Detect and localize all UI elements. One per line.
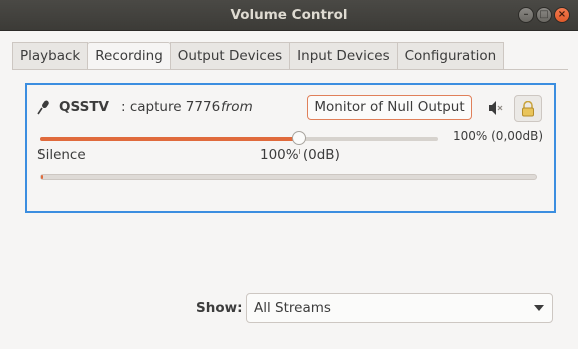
microphone-icon bbox=[37, 99, 53, 115]
stream-description: : capture 7776 bbox=[121, 99, 221, 115]
tab-bar: Playback Recording Output Devices Input … bbox=[12, 42, 505, 70]
level-meter bbox=[40, 174, 537, 180]
show-label: Show: bbox=[196, 300, 243, 316]
tab-output-devices[interactable]: Output Devices bbox=[169, 42, 291, 69]
tab-configuration[interactable]: Configuration bbox=[396, 42, 505, 69]
source-device-button[interactable]: Monitor of Null Output bbox=[307, 95, 472, 120]
title-bar: Volume Control – □ × bbox=[0, 0, 578, 31]
tab-input-devices[interactable]: Input Devices bbox=[289, 42, 398, 69]
level-meter-fill bbox=[41, 175, 43, 179]
scale-label-silence: Silence bbox=[37, 147, 86, 163]
app-name: QSSTV bbox=[59, 99, 109, 115]
tab-recording[interactable]: Recording bbox=[87, 42, 171, 70]
speaker-mute-icon[interactable] bbox=[487, 99, 505, 117]
show-dropdown[interactable]: All Streams bbox=[246, 293, 553, 323]
tab-divider bbox=[12, 69, 568, 70]
window-title: Volume Control bbox=[230, 7, 348, 23]
close-button[interactable]: × bbox=[554, 7, 570, 23]
slider-knob[interactable] bbox=[291, 131, 306, 145]
volume-readout: 100% (0,00dB) bbox=[453, 129, 544, 143]
scale-label-100: 100% (0dB) bbox=[260, 147, 340, 163]
slider-fill bbox=[40, 137, 299, 141]
tab-playback[interactable]: Playback bbox=[12, 42, 89, 69]
chevron-down-icon bbox=[534, 305, 544, 311]
minimize-button[interactable]: – bbox=[518, 7, 534, 23]
lock-icon bbox=[522, 101, 534, 117]
from-label: from bbox=[221, 99, 253, 115]
volume-slider[interactable] bbox=[40, 131, 438, 147]
lock-channels-button[interactable] bbox=[514, 95, 542, 122]
stream-panel: QSSTV : capture 7776 from Monitor of Nul… bbox=[25, 83, 556, 213]
show-dropdown-value: All Streams bbox=[254, 300, 331, 316]
stream-header: QSSTV : capture 7776 from Monitor of Nul… bbox=[37, 95, 547, 122]
maximize-button[interactable]: □ bbox=[536, 7, 552, 23]
